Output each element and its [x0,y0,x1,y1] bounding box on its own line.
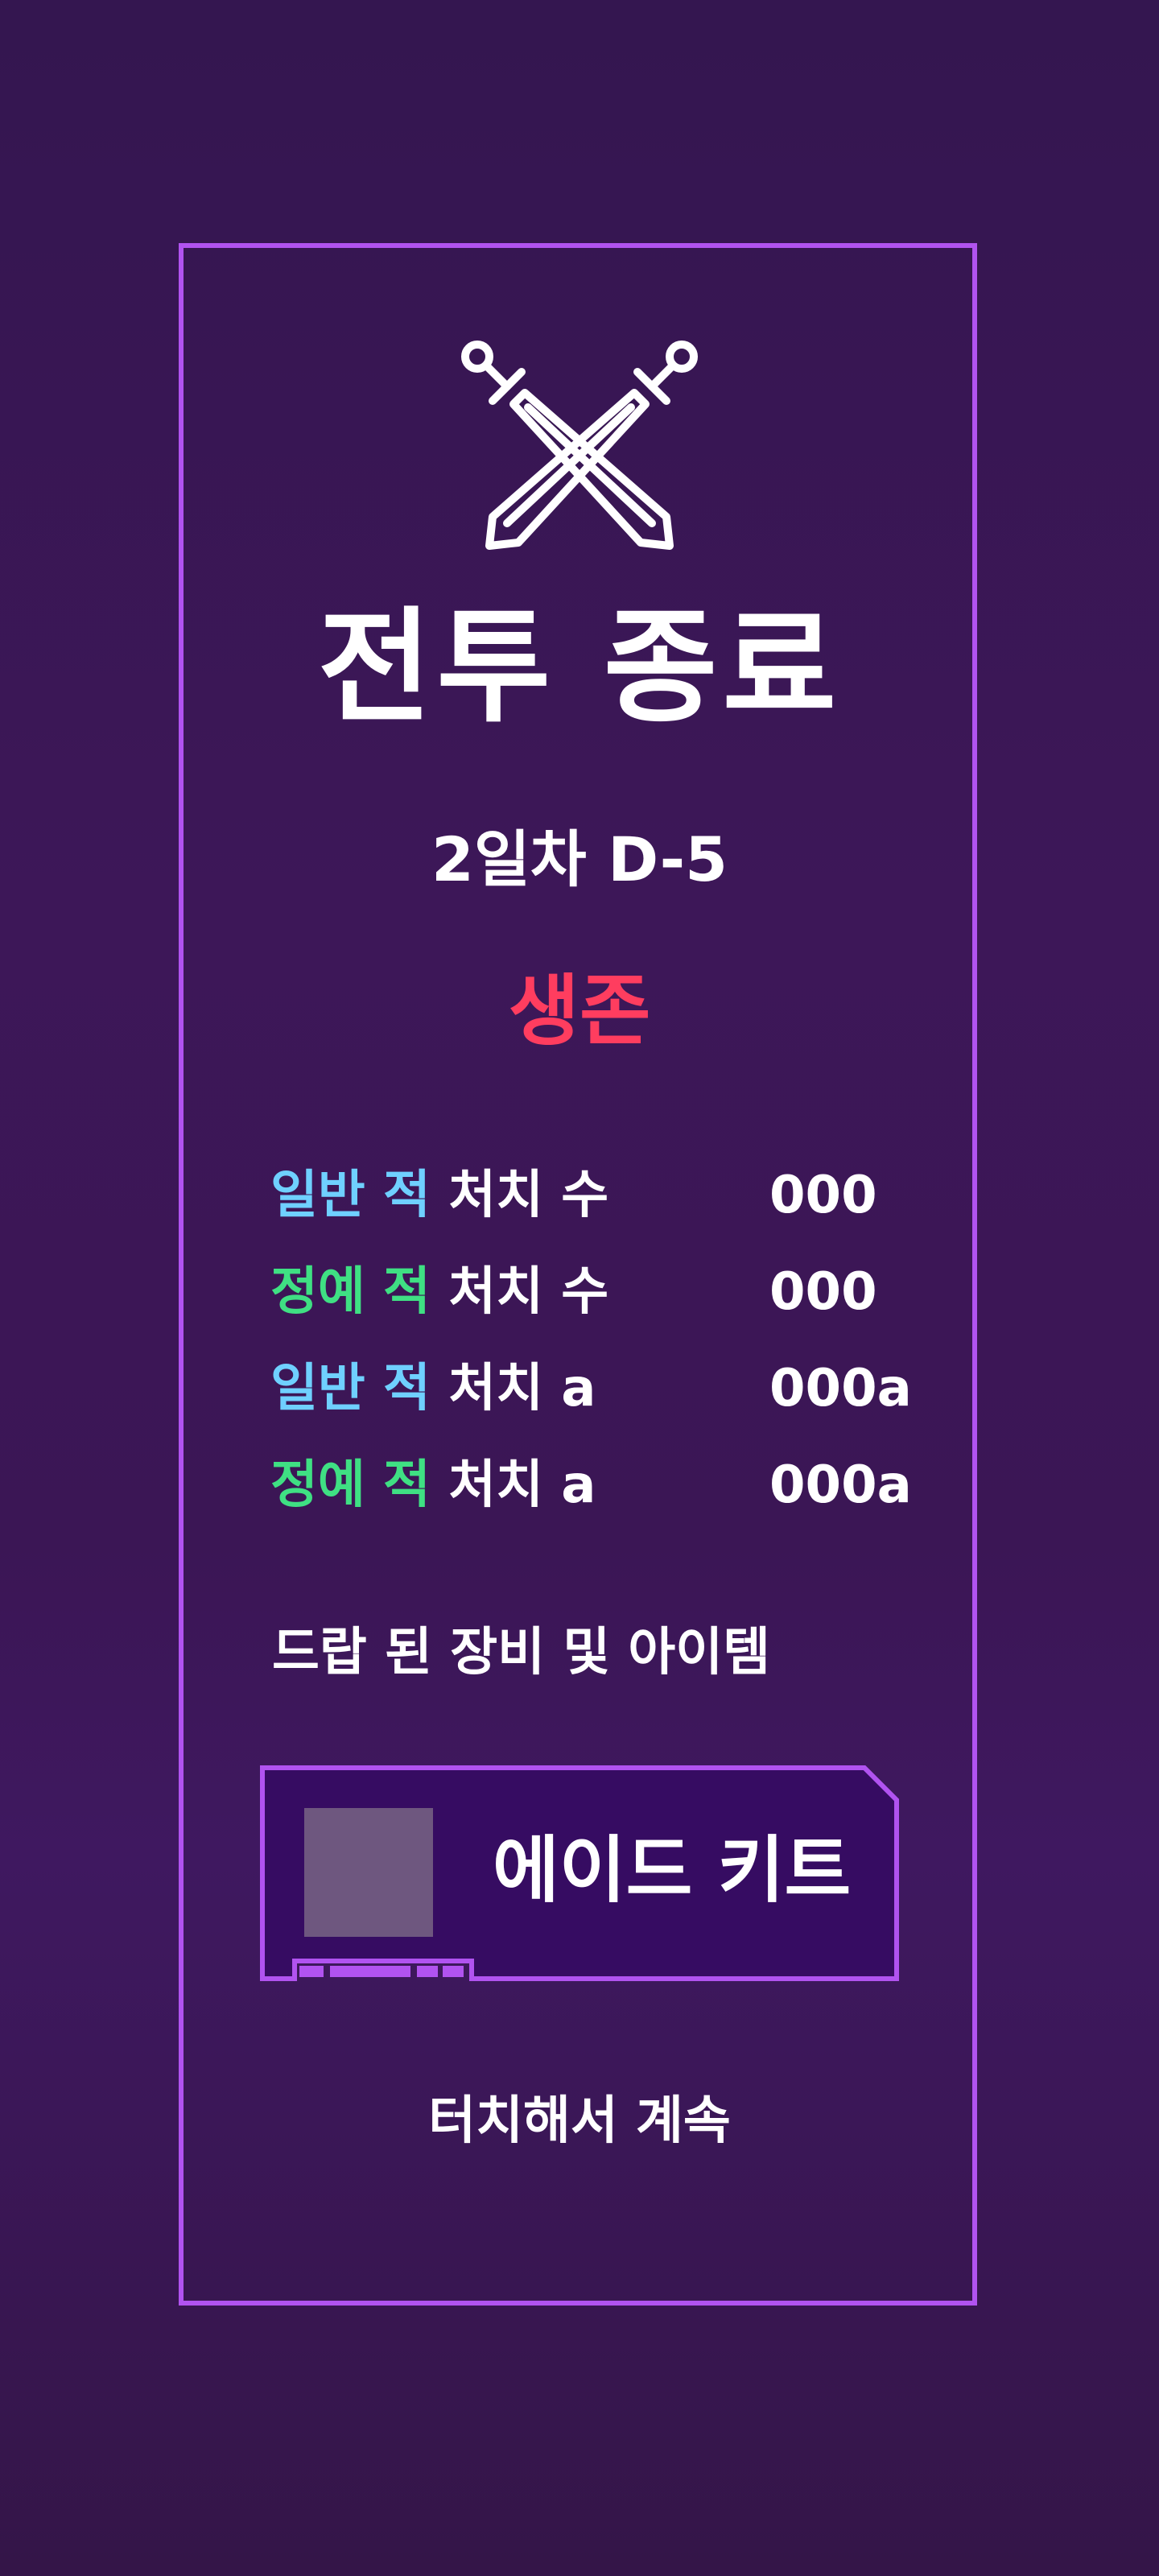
stat-value: 000a [769,1455,912,1515]
tap-to-continue[interactable]: 터치해서 계속 [0,2085,1159,2157]
result-status: 생존 [508,966,651,1056]
stat-label: 정예 적 처치 a [270,1449,596,1521]
stat-text: 처치 a [430,1455,596,1515]
stat-text: 처치 a [430,1359,596,1418]
drop-item-card[interactable]: 에이드 키트 [259,1765,900,1985]
stat-label: 정예 적 처치 수 [270,1256,608,1328]
stat-row-elite-kills: 정예 적 처치 수 000 [270,1256,914,1328]
stage-label: 2일차 D-5 [431,824,728,895]
stat-row-normal-a: 일반 적 처치 a 000a [270,1352,914,1425]
stat-tag: 정예 적 [270,1262,431,1322]
stat-row-normal-kills: 일반 적 처치 수 000 [270,1159,914,1232]
stat-tag: 일반 적 [270,1359,431,1418]
crossed-swords-icon [461,341,698,550]
stat-label: 일반 적 처치 수 [270,1159,608,1232]
stat-tag: 일반 적 [270,1166,431,1225]
stat-tag: 정예 적 [270,1455,431,1515]
drops-heading: 드랍 된 장비 및 아이템 [272,1623,771,1682]
stat-row-elite-a: 정예 적 처치 a 000a [270,1449,914,1521]
page-title: 전투 종료 [317,596,842,740]
stat-value: 000 [769,1166,877,1225]
stat-value: 000 [769,1262,877,1322]
stat-text: 처치 수 [430,1262,609,1322]
stat-label: 일반 적 처치 a [270,1352,596,1425]
item-name: 에이드 키트 [493,1828,852,1913]
item-thumbnail [304,1808,433,1937]
stat-value: 000a [769,1359,912,1418]
stat-text: 처치 수 [430,1166,609,1225]
